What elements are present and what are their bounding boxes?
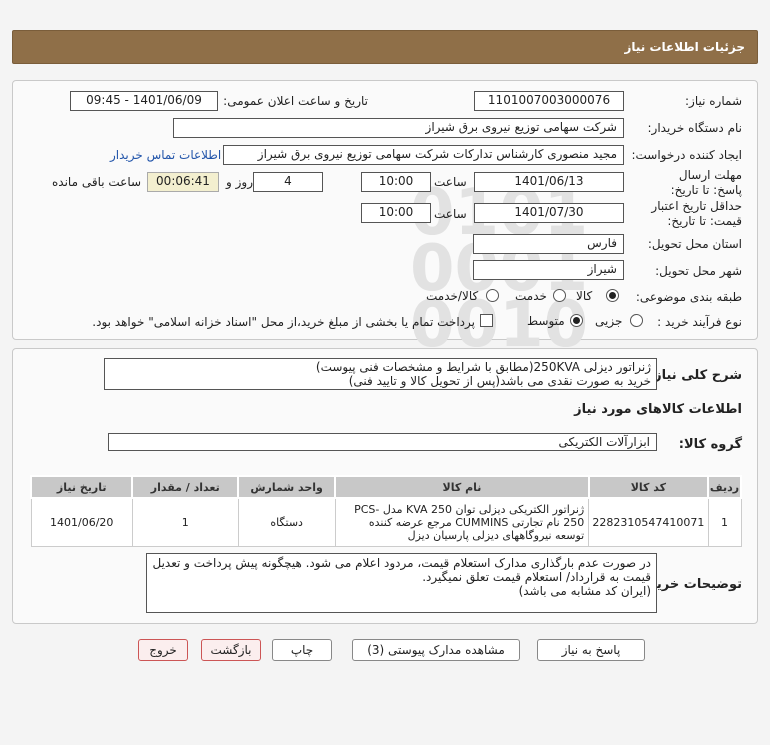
validity-date-field: 1401/07/30 (474, 203, 624, 223)
description-line-2: خرید به صورت نقدی می باشد(پس از تحویل کا… (348, 374, 651, 388)
category-goods-radio[interactable] (606, 289, 619, 302)
category-goods-label: کالا (576, 289, 593, 303)
description-line-1: ژنراتور دیزلی 250KVA(مطابق با شرایط و مش… (315, 360, 651, 374)
buyer-notes-box: در صورت عدم بارگذاری مدارک استعلام قیمت،… (146, 553, 657, 613)
col-code: کد کالا (587, 475, 710, 499)
process-medium-radio[interactable] (570, 314, 583, 327)
validity-time-label: ساعت (434, 207, 467, 221)
goods-table: ردیف کد کالا نام کالا واحد شمارش تعداد /… (29, 475, 742, 547)
description-box: ژنراتور دیزلی 250KVA(مطابق با شرایط و مش… (104, 358, 657, 390)
creator-field: مجید منصوری کارشناس تدارکات شرکت سهامی ت… (223, 145, 624, 165)
goods-table-header: ردیف کد کالا نام کالا واحد شمارش تعداد /… (29, 475, 742, 499)
category-service-radio[interactable] (553, 289, 566, 302)
process-minor-radio[interactable] (630, 314, 643, 327)
remaining-time-field: 00:06:41 (147, 172, 219, 192)
cell-unit: دستگاه (237, 497, 336, 547)
col-row: ردیف (707, 475, 742, 499)
category-both-radio[interactable] (486, 289, 499, 302)
col-unit: واحد شمارش (237, 475, 337, 499)
cell-name: ژنراتور الکتریکی دیزلی توان 250 KVA مدل … (334, 497, 590, 547)
goods-group-label: گروه کالا: (678, 437, 742, 452)
validity-label: حداقل تاریخ اعتبار قیمت: تا تاریخ: (651, 199, 742, 228)
cell-date: 1401/06/20 (30, 497, 133, 547)
goods-group-field: ابزارآلات الکتریکی (108, 433, 657, 451)
process-minor-label: جزیی (595, 314, 623, 328)
cell-row: 1 (707, 497, 742, 547)
cell-code: 2282310547410071 (588, 497, 709, 547)
creator-label: ایجاد کننده درخواست: (631, 148, 742, 162)
reply-button[interactable]: پاسخ به نیاز (537, 639, 645, 661)
category-both-label: کالا/خدمت (426, 289, 479, 303)
validity-time-field: 10:00 (361, 203, 431, 223)
buyer-field: شرکت سهامی توزیع نیروی برق شیراز (173, 118, 624, 138)
days-label: روز و (226, 175, 253, 189)
need-number-field: 1101007003000076 (474, 91, 624, 111)
category-service-label: خدمت (515, 289, 547, 303)
city-label: شهر محل تحویل: (655, 264, 742, 278)
col-date: تاریخ نیاز (29, 475, 134, 499)
need-number-label: شماره نیاز: (685, 94, 742, 108)
buyer-notes-line-2: قیمت به قرارداد/ استعلام قیمت تعلق نمیگی… (422, 570, 651, 584)
remaining-label: ساعت باقی مانده (52, 175, 142, 189)
goods-section-title: اطلاعات کالاهای مورد نیاز (574, 402, 742, 417)
category-label: طبقه بندی موضوعی: (635, 290, 742, 304)
buyer-label: نام دستگاه خریدار: (647, 121, 743, 135)
announce-label: تاریخ و ساعت اعلان عمومی: (223, 94, 368, 108)
treasury-payment-checkbox[interactable] (480, 314, 493, 327)
exit-button[interactable]: خروج (138, 639, 188, 661)
col-qty: تعداد / مقدار (131, 475, 240, 499)
cell-qty: 1 (131, 497, 239, 547)
attachments-button[interactable]: مشاهده مدارک پیوستی (3) (352, 639, 520, 661)
deadline-date-field: 1401/06/13 (474, 172, 624, 192)
treasury-payment-note: پرداخت تمام یا بخشی از مبلغ خرید،از محل … (92, 315, 475, 329)
page-title: جزئیات اطلاعات نیاز (624, 40, 745, 54)
deadline-label: مهلت ارسال پاسخ: تا تاریخ: (670, 168, 742, 197)
city-field: شیراز (473, 260, 624, 280)
process-medium-label: متوسط (527, 314, 565, 328)
description-label: شرح کلی نیاز: (648, 368, 742, 383)
deadline-time-field: 10:00 (361, 172, 431, 192)
days-field: 4 (253, 172, 323, 192)
process-label: نوع فرآیند خرید : (657, 315, 742, 329)
page-header: جزئیات اطلاعات نیاز (12, 30, 758, 64)
back-button[interactable]: بازگشت (201, 639, 261, 661)
deadline-time-label: ساعت (434, 175, 467, 189)
announce-field: 1401/06/09 - 09:45 (70, 91, 218, 111)
buyer-notes-line-3: (ایران کد مشابه می باشد) (518, 584, 651, 598)
buyer-contact-link[interactable]: اطلاعات تماس خریدار (110, 148, 221, 162)
province-label: استان محل تحویل: (647, 237, 742, 251)
print-button[interactable]: چاپ (272, 639, 332, 661)
province-field: فارس (473, 234, 624, 254)
buyer-notes-line-1: در صورت عدم بارگذاری مدارک استعلام قیمت،… (152, 556, 652, 570)
col-name: نام کالا (334, 475, 590, 499)
table-row: 1 2282310547410071 ژنراتور الکتریکی دیزل… (30, 497, 742, 547)
